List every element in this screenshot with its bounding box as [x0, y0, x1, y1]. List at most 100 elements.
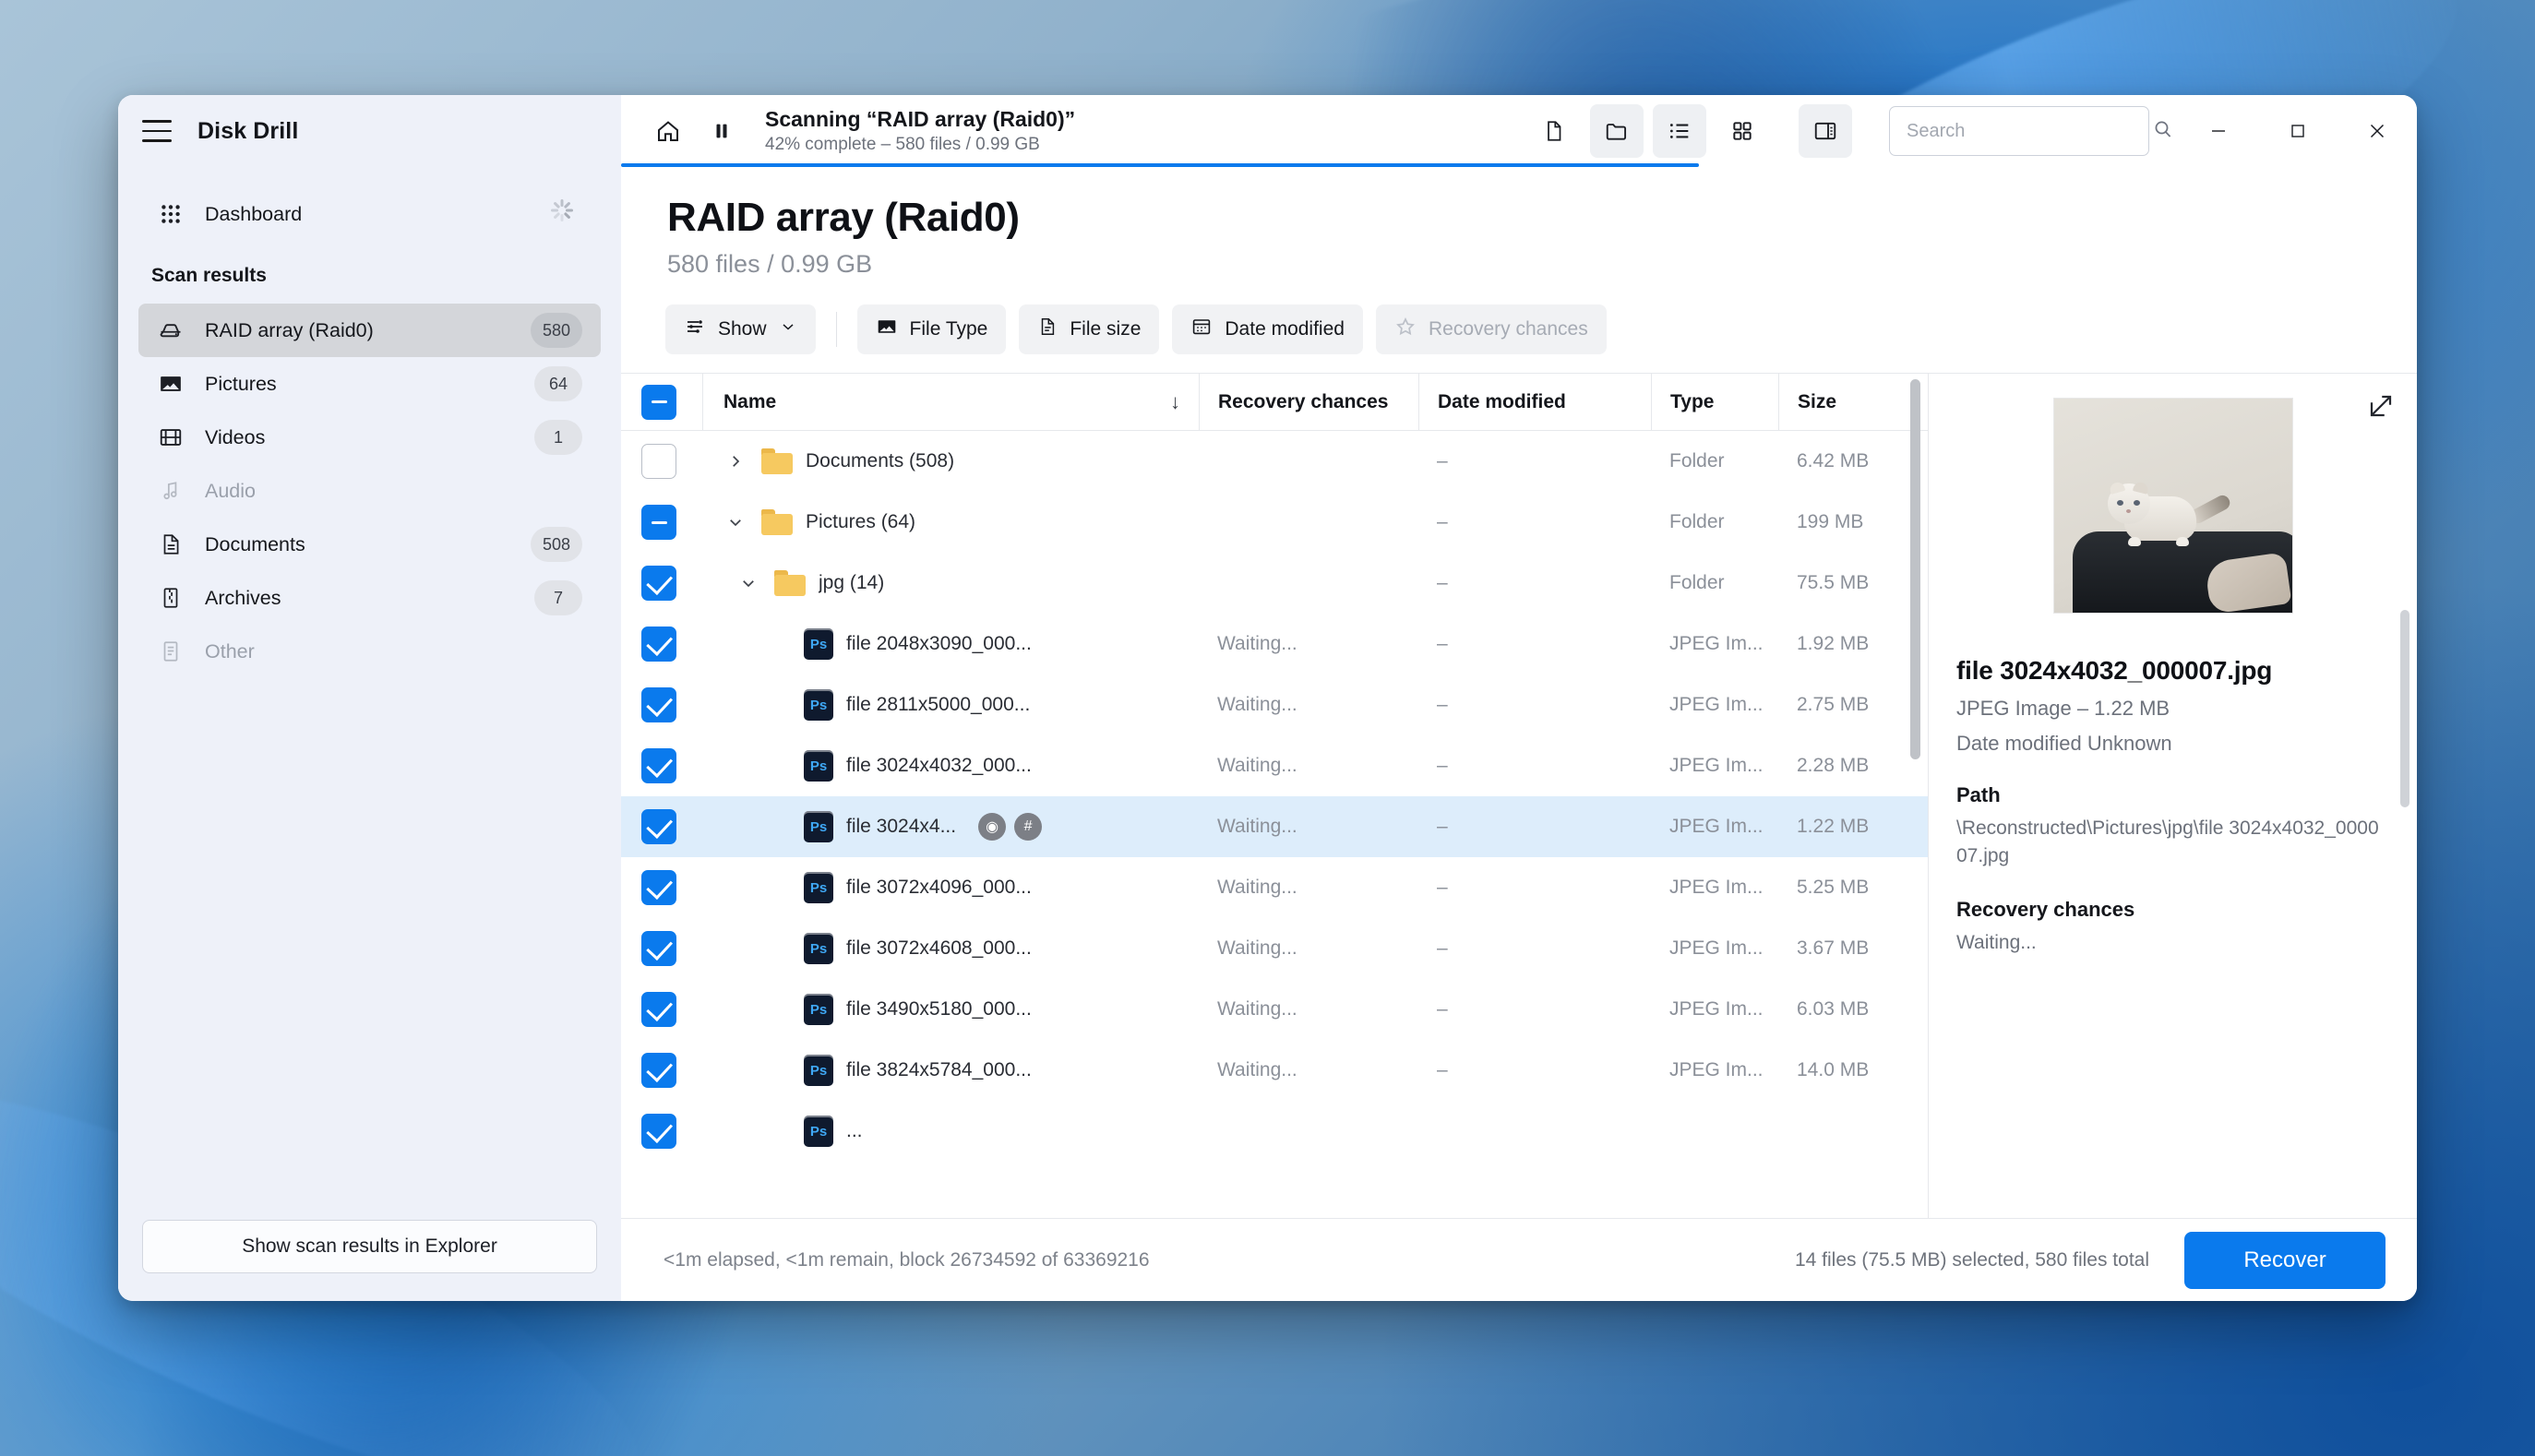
cell-recovery-chances: [1199, 553, 1418, 614]
cell-name: Ps file 3824x5784_000...: [702, 1040, 1199, 1101]
picture-icon: [876, 316, 898, 343]
cell-recovery-chances: Waiting...: [1217, 633, 1297, 654]
pause-icon[interactable]: [695, 104, 748, 158]
table-row[interactable]: Ps...: [621, 1101, 1928, 1162]
row-checkbox[interactable]: [641, 992, 676, 1027]
minimize-button[interactable]: [2179, 95, 2258, 167]
column-header-recovery-chances[interactable]: Recovery chances: [1199, 374, 1418, 430]
row-checkbox-cell: [641, 1114, 702, 1149]
table-row[interactable]: jpg (14) – Folder 75.5 MB: [621, 553, 1928, 614]
sidebar-item-other[interactable]: Other: [138, 625, 601, 678]
sidebar-item-dashboard[interactable]: Dashboard: [138, 187, 601, 241]
column-label: Name: [723, 390, 777, 412]
status-bar-right: 14 files (75.5 MB) selected, 580 files t…: [1794, 1231, 2386, 1289]
cell-recovery-chances: Waiting...: [1217, 1059, 1297, 1080]
row-checkbox[interactable]: [641, 505, 676, 540]
sidebar-item-pictures[interactable]: Pictures 64: [138, 357, 601, 411]
cell-size: 6.03 MB: [1797, 998, 1870, 1020]
search-input[interactable]: [1907, 120, 2151, 142]
app-title: Disk Drill: [197, 117, 299, 144]
row-checkbox[interactable]: [641, 687, 676, 722]
hamburger-icon[interactable]: [142, 120, 172, 142]
cell-recovery-chances: Waiting...: [1217, 877, 1297, 898]
preview-eye-icon[interactable]: ◉: [978, 813, 1007, 841]
row-checkbox[interactable]: [641, 566, 676, 601]
row-checkbox[interactable]: [641, 870, 676, 905]
home-icon[interactable]: [641, 104, 695, 158]
cell-type: JPEG Im...: [1669, 694, 1764, 715]
preview-scrollbar[interactable]: [2400, 610, 2409, 807]
sidebar-item-label: Archives: [205, 586, 281, 609]
row-checkbox[interactable]: [641, 748, 676, 783]
chip-label: File size: [1070, 318, 1142, 340]
sidebar-item-audio[interactable]: Audio: [138, 464, 601, 518]
file-name-text: ...: [846, 1120, 863, 1141]
select-all-cell: [641, 384, 702, 420]
photoshop-icon: Ps: [804, 689, 833, 721]
table-row[interactable]: Ps file 3824x5784_000... Waiting... – JPEG I…: [621, 1040, 1928, 1101]
row-checkbox[interactable]: [641, 444, 676, 479]
sidebar-item-documents[interactable]: Documents 508: [138, 518, 601, 571]
page-title: RAID array (Raid0): [667, 195, 1020, 240]
sidebar-header: Disk Drill: [118, 95, 621, 167]
table-row[interactable]: Ps file 3072x4096_000... Waiting... – JPEG I…: [621, 857, 1928, 918]
chip-label: Recovery chances: [1428, 318, 1588, 340]
maximize-button[interactable]: [2258, 95, 2338, 167]
cell-name: Ps file 2048x3090_000...: [702, 614, 1199, 674]
table-row[interactable]: Ps file 3490x5180_000... Waiting... – JPEG I…: [621, 979, 1928, 1040]
expand-collapse-icon[interactable]: [735, 575, 761, 591]
column-header-date-modified[interactable]: Date modified: [1418, 374, 1651, 430]
open-external-icon[interactable]: [2363, 388, 2398, 424]
disk-drill-window: Disk Drill Dashboard Scan results RAID a…: [118, 95, 2417, 1301]
sidebar-item-badge: 508: [530, 527, 582, 562]
column-header-type[interactable]: Type: [1651, 374, 1778, 430]
cell-name: Pictures (64): [702, 492, 1199, 553]
recover-button[interactable]: Recover: [2184, 1231, 2386, 1289]
table-row[interactable]: Pictures (64) – Folder 199 MB: [621, 492, 1928, 553]
sidebar-item-videos[interactable]: Videos 1: [138, 411, 601, 464]
cell-date-modified: –: [1437, 937, 1448, 959]
list-view-icon[interactable]: [1653, 104, 1706, 158]
column-header-name[interactable]: Name ↓: [702, 374, 1199, 430]
search-box[interactable]: [1889, 106, 2171, 156]
table-row[interactable]: Ps file 3024x4032_000... Waiting... – JPEG I…: [621, 735, 1928, 796]
side-panel-icon[interactable]: [1799, 104, 1852, 158]
file-type-filter-button[interactable]: File Type: [856, 304, 1007, 354]
grid-view-icon[interactable]: [1716, 104, 1769, 158]
expand-collapse-icon[interactable]: [723, 453, 748, 470]
disk-icon: [157, 317, 185, 343]
recovery-chances-filter-button[interactable]: Recovery chances: [1375, 304, 1607, 354]
table-row[interactable]: Ps file 2048x3090_000... Waiting... – JPEG I…: [621, 614, 1928, 674]
show-filter-button[interactable]: Show: [665, 304, 816, 354]
column-header-size[interactable]: Size: [1778, 374, 1928, 430]
cell-recovery-chances: Waiting...: [1217, 937, 1297, 959]
select-all-checkbox[interactable]: [641, 384, 676, 420]
row-checkbox[interactable]: [641, 931, 676, 966]
table-row[interactable]: Ps file 3024x4... ◉ # Waiting... – JPEG Im... 1…: [621, 796, 1928, 857]
row-checkbox[interactable]: [641, 809, 676, 844]
table-scrollbar[interactable]: [1910, 379, 1920, 759]
sidebar-item-archives[interactable]: Archives 7: [138, 571, 601, 625]
selection-summary: 14 files (75.5 MB) selected, 580 files t…: [1794, 1248, 2149, 1271]
file-size-filter-button[interactable]: File size: [1019, 304, 1160, 354]
row-checkbox[interactable]: [641, 1053, 676, 1088]
hex-viewer-icon[interactable]: #: [1014, 813, 1043, 841]
table-row[interactable]: Documents (508) – Folder 6.42 MB: [621, 431, 1928, 492]
cell-size: 199 MB: [1797, 511, 1864, 532]
star-icon: [1394, 316, 1417, 343]
folder-view-icon[interactable]: [1590, 104, 1644, 158]
table-row[interactable]: Ps file 2811x5000_000... Waiting... – JPEG I…: [621, 674, 1928, 735]
grid-apps-icon: [157, 202, 185, 226]
show-scan-results-in-explorer-button[interactable]: Show scan results in Explorer: [142, 1220, 597, 1273]
date-modified-filter-button[interactable]: Date modified: [1172, 304, 1363, 354]
row-checkbox[interactable]: [641, 1114, 676, 1149]
close-button[interactable]: [2338, 95, 2417, 167]
row-checkbox[interactable]: [641, 627, 676, 662]
preview-panel: file 3024x4032_000007.jpg JPEG Image – 1…: [1928, 374, 2417, 1218]
expand-collapse-icon[interactable]: [723, 514, 748, 531]
file-name-text: file 3024x4032_000...: [846, 755, 1032, 776]
file-view-icon[interactable]: [1527, 104, 1581, 158]
file-name-text: jpg (14): [819, 572, 885, 593]
sidebar-item-raid-array[interactable]: RAID array (Raid0) 580: [138, 304, 601, 357]
table-row[interactable]: Ps file 3072x4608_000... Waiting... – JPEG I…: [621, 918, 1928, 979]
